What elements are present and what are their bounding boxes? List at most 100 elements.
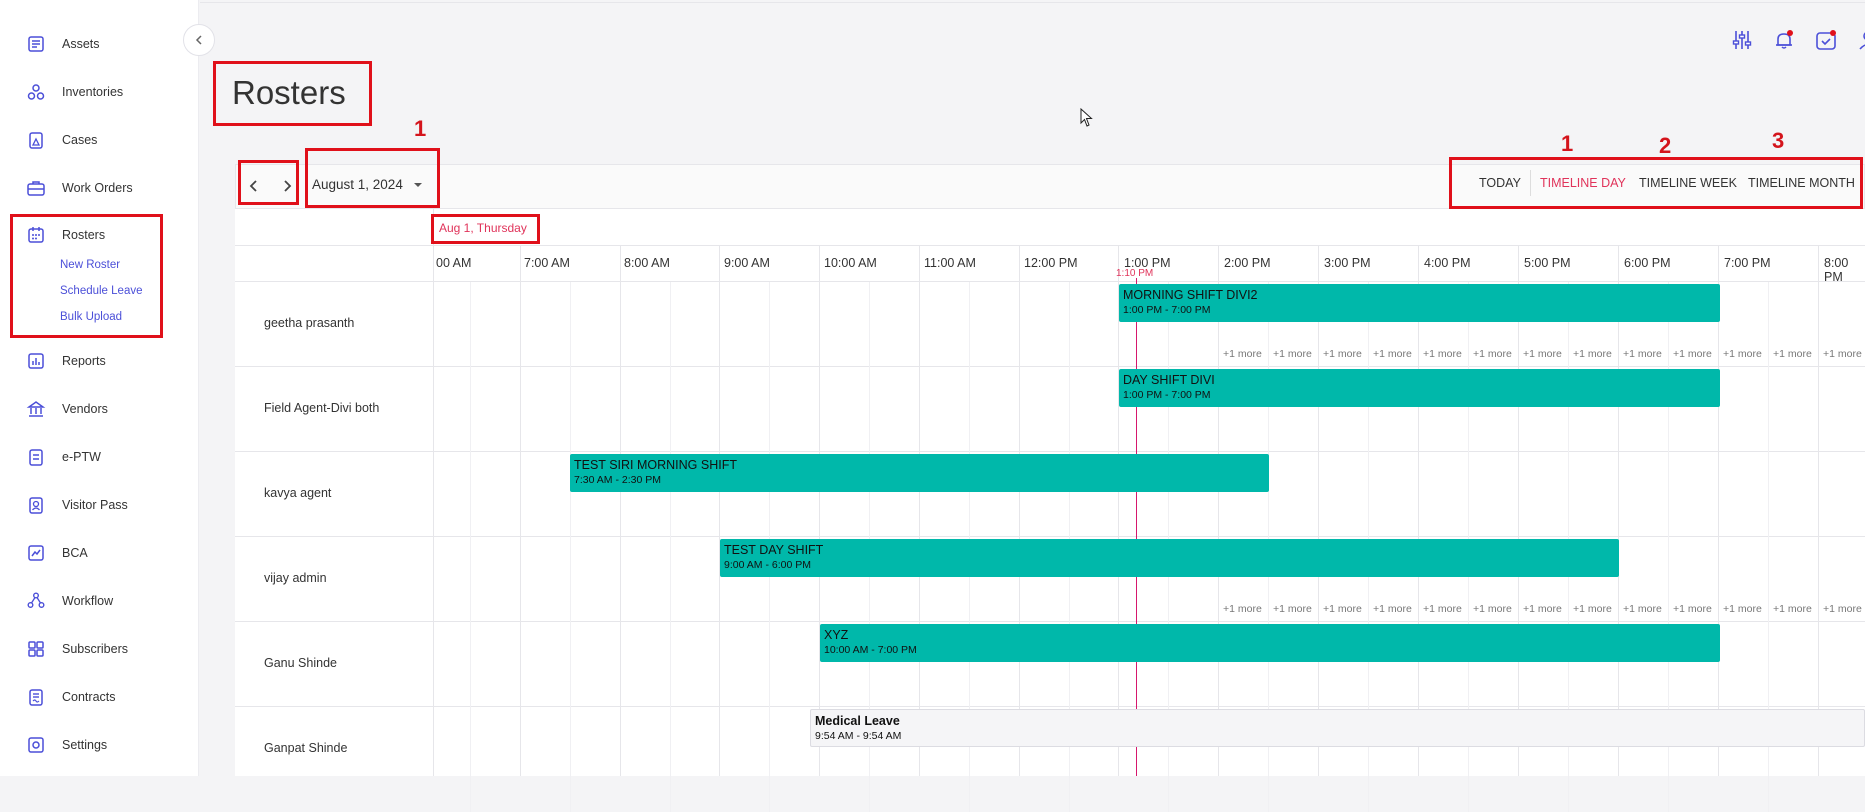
sidebar-item-eptw[interactable]: e-PTW <box>26 444 101 470</box>
resource-name: Ganu Shinde <box>264 656 337 670</box>
grid-line <box>570 282 571 812</box>
more-link[interactable]: +1 more <box>1823 348 1862 360</box>
more-link[interactable]: +1 more <box>1373 603 1412 615</box>
more-link[interactable]: +1 more <box>1623 348 1662 360</box>
more-link[interactable]: +1 more <box>1473 603 1512 615</box>
roster-event[interactable]: TEST SIRI MORNING SHIFT 7:30 AM - 2:30 P… <box>570 454 1269 492</box>
event-time: 9:00 AM - 6:00 PM <box>724 559 811 571</box>
sidebar-item-label: Reports <box>62 354 106 368</box>
user-profile-icon[interactable] <box>1856 28 1865 52</box>
resource-name: vijay admin <box>264 571 327 585</box>
top-divider <box>200 0 1865 3</box>
sidebar-item-label: Cases <box>62 133 98 147</box>
settings-icon <box>28 737 44 753</box>
more-link[interactable]: +1 more <box>1223 603 1262 615</box>
more-link[interactable]: +1 more <box>1773 348 1812 360</box>
more-link[interactable]: +1 more <box>1623 603 1662 615</box>
hour-label: 8:00 AM <box>624 256 670 270</box>
sidebar-item-cases[interactable]: Cases <box>26 127 97 153</box>
annotation-box-nav <box>238 160 299 205</box>
hour-label: 7:00 AM <box>524 256 570 270</box>
more-link[interactable]: +1 more <box>1423 603 1462 615</box>
roster-event[interactable]: XYZ 10:00 AM - 7:00 PM <box>820 624 1720 662</box>
subscribers-icon <box>28 641 44 657</box>
event-title: TEST DAY SHIFT <box>724 543 824 557</box>
hour-label: 00 AM <box>436 256 472 270</box>
visitor-pass-icon <box>29 497 43 514</box>
resource-name: kavya agent <box>264 486 332 500</box>
sidebar-item-inventories[interactable]: Inventories <box>26 79 123 105</box>
grid-line <box>1318 246 1319 776</box>
grid-line <box>235 366 1865 367</box>
leave-event[interactable]: Medical Leave 9:54 AM - 9:54 AM <box>810 709 1865 747</box>
more-link[interactable]: +1 more <box>1723 603 1762 615</box>
more-link[interactable]: +1 more <box>1273 348 1312 360</box>
grid-line <box>620 246 621 776</box>
grid-line <box>1418 246 1419 776</box>
calendar-check-icon[interactable] <box>1814 28 1838 52</box>
event-time: 10:00 AM - 7:00 PM <box>824 644 917 656</box>
sidebar-item-label: BCA <box>62 546 88 560</box>
more-link[interactable]: +1 more <box>1323 603 1362 615</box>
roster-event[interactable]: MORNING SHIFT DIVI2 1:00 PM - 7:00 PM <box>1119 284 1720 322</box>
notification-bell-icon[interactable] <box>1772 28 1796 52</box>
grid-line <box>235 536 1865 537</box>
more-link[interactable]: +1 more <box>1323 348 1362 360</box>
roster-event[interactable]: TEST DAY SHIFT 9:00 AM - 6:00 PM <box>720 539 1619 577</box>
header-icons <box>1730 28 1865 52</box>
resource-name: Field Agent-Divi both <box>264 401 380 415</box>
hour-label: 2:00 PM <box>1224 256 1271 270</box>
annotation-number: 2 <box>1659 133 1672 158</box>
roster-event[interactable]: DAY SHIFT DIVI 1:00 PM - 7:00 PM <box>1119 369 1720 407</box>
sidebar-item-label: Vendors <box>62 402 108 416</box>
more-link[interactable]: +1 more <box>1673 348 1712 360</box>
hour-label: 8:00 PM <box>1824 256 1849 284</box>
hour-label: 4:00 PM <box>1424 256 1471 270</box>
more-link[interactable]: +1 more <box>1773 603 1812 615</box>
sidebar-item-assets[interactable]: Assets <box>26 31 100 57</box>
more-link[interactable]: +1 more <box>1373 348 1412 360</box>
grid-line <box>1818 246 1819 776</box>
annotation-box-rosters <box>10 214 163 338</box>
more-link[interactable]: +1 more <box>1223 348 1262 360</box>
sidebar-item-workflow[interactable]: Workflow <box>26 588 113 614</box>
event-title: MORNING SHIFT DIVI2 <box>1123 288 1258 302</box>
more-link[interactable]: +1 more <box>1473 348 1512 360</box>
sidebar-collapse-button[interactable] <box>183 24 215 56</box>
annotation-number: 1 <box>414 116 427 141</box>
sidebar-item-label: Assets <box>62 37 100 51</box>
more-link[interactable]: +1 more <box>1523 603 1562 615</box>
more-link[interactable]: +1 more <box>1273 603 1312 615</box>
grid-line <box>235 281 1865 282</box>
sidebar-item-vendors[interactable]: Vendors <box>26 396 108 422</box>
sidebar-item-label: e-PTW <box>62 450 101 464</box>
sidebar-item-contracts[interactable]: Contracts <box>26 684 116 710</box>
sidebar-item-settings[interactable]: Settings <box>26 732 107 758</box>
sidebar-item-label: Settings <box>62 738 108 752</box>
more-link[interactable]: +1 more <box>1573 603 1612 615</box>
more-link[interactable]: +1 more <box>1823 603 1862 615</box>
sidebar-item-subscribers[interactable]: Subscribers <box>26 636 128 662</box>
more-link[interactable]: +1 more <box>1723 348 1762 360</box>
current-time-label: 1:10 PM <box>1116 268 1154 279</box>
more-link[interactable]: +1 more <box>1423 348 1462 360</box>
grid-line <box>235 451 1865 452</box>
more-link[interactable]: +1 more <box>1573 348 1612 360</box>
sidebar-item-visitor-pass[interactable]: Visitor Pass <box>26 492 128 518</box>
annotation-box-views <box>1449 157 1863 209</box>
hour-label: 12:00 PM <box>1024 256 1078 270</box>
reports-icon <box>28 353 44 369</box>
sidebar-item-bca[interactable]: BCA <box>26 540 88 566</box>
annotation-number: 1 <box>1561 131 1574 156</box>
mouse-cursor-icon <box>1080 108 1093 127</box>
sidebar-item-work-orders[interactable]: Work Orders <box>26 175 133 201</box>
event-title: TEST SIRI MORNING SHIFT <box>574 458 737 472</box>
work-orders-icon <box>27 181 45 196</box>
more-link[interactable]: +1 more <box>1523 348 1562 360</box>
grid-line <box>819 246 820 776</box>
filter-sliders-icon[interactable] <box>1730 28 1754 52</box>
event-title: Medical Leave <box>815 714 900 728</box>
sidebar: Assets Inventories Cases Work Orders Ros… <box>0 0 199 776</box>
sidebar-item-reports[interactable]: Reports <box>26 348 106 374</box>
more-link[interactable]: +1 more <box>1673 603 1712 615</box>
